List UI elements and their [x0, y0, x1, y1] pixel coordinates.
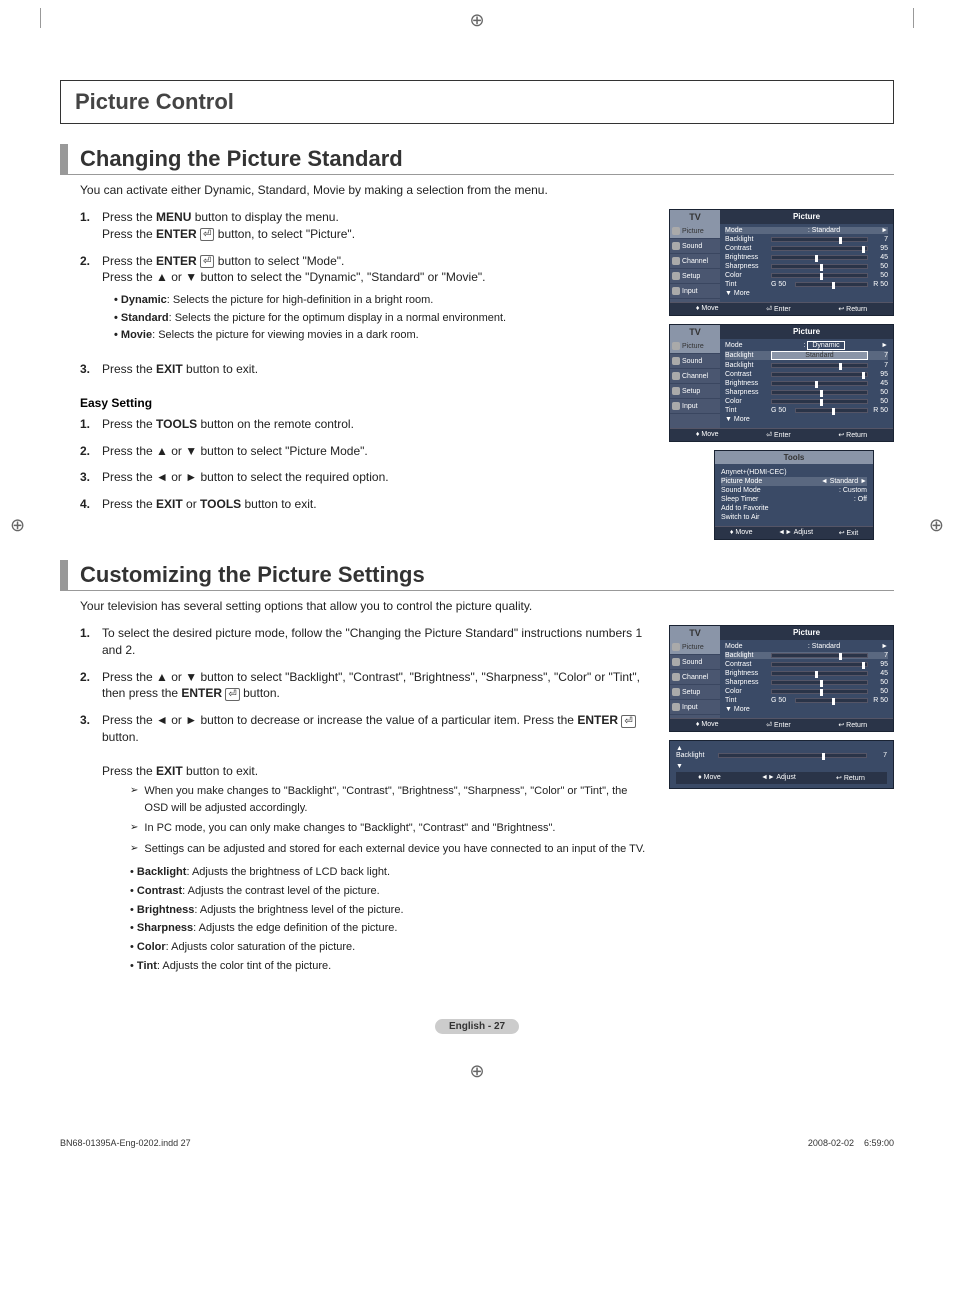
step: 2.Press the ENTER ⏎ button to select "Mo… [80, 253, 649, 351]
osd-row: TintG 50R 50 [725, 407, 888, 414]
intro-text: Your television has several setting opti… [80, 599, 894, 613]
step: 1.Press the TOOLS button on the remote c… [80, 416, 649, 433]
step-list: 1.To select the desired picture mode, fo… [80, 625, 649, 976]
reg-mark-bottom: ⊕ [469, 1061, 484, 1082]
page-footer: English - 27 [60, 1016, 894, 1034]
tools-row: Switch to Air [721, 513, 867, 522]
osd-row: Contrast95 [725, 371, 888, 378]
step: 4.Press the EXIT or TOOLS button to exit… [80, 496, 649, 513]
osd-row: Backlight7 [725, 236, 888, 243]
osd-sidebar-item: Picture [670, 640, 720, 655]
osd-sidebar-item: Input [670, 284, 720, 299]
osd-tools: Tools Anynet+(HDMI-CEC)Picture Mode◄ Sta… [714, 450, 874, 540]
step-list: 1.Press the MENU button to display the m… [80, 209, 649, 378]
reg-mark-right: ⊕ [929, 515, 944, 536]
osd-picture-backlight: TVPicture PictureSoundChannelSetupInput … [669, 625, 894, 732]
osd-sidebar-item: Input [670, 700, 720, 715]
osd-row: Brightness45 [725, 254, 888, 261]
osd-sidebar-item: Channel [670, 670, 720, 685]
tools-row: Sleep Timer: Off [721, 495, 867, 504]
osd-row: TintG 50R 50 [725, 281, 888, 288]
osd-row: Mode: Dynamic► [725, 342, 888, 349]
osd-sidebar-item: Sound [670, 354, 720, 369]
osd-row: Brightness45 [725, 670, 888, 677]
osd-row: Mode: Standard► [725, 643, 888, 650]
osd-row: Color50 [725, 398, 888, 405]
easy-setting-heading: Easy Setting [80, 396, 649, 410]
osd-picture-mode: TVPicture PictureSoundChannelSetupInput … [669, 324, 894, 442]
osd-sidebar-item: Setup [670, 384, 720, 399]
step: 3.Press the ◄ or ► button to decrease or… [80, 712, 649, 975]
tools-row: Sound Mode: Custom [721, 486, 867, 495]
osd-row: Brightness45 [725, 380, 888, 387]
osd-row: Sharpness50 [725, 679, 888, 686]
step: 2.Press the ▲ or ▼ button to select "Pic… [80, 443, 649, 460]
osd-backlight-strip: ▲ Backlight 7 ▼ ♦ Move◄► Adjust↩ Return [669, 740, 894, 789]
intro-text: You can activate either Dynamic, Standar… [80, 183, 894, 197]
subsection-title: Changing the Picture Standard [60, 144, 894, 175]
step: 1.To select the desired picture mode, fo… [80, 625, 649, 659]
reg-mark-top: ⊕ [469, 10, 484, 31]
reg-mark-left: ⊕ [10, 515, 25, 536]
tools-row: Add to Favorite [721, 504, 867, 513]
step: 3.Press the EXIT button to exit. [80, 361, 649, 378]
osd-sidebar-item: Input [670, 399, 720, 414]
osd-row: Contrast95 [725, 661, 888, 668]
osd-row: Mode: Standard► [725, 227, 888, 234]
osd-sidebar-item: Picture [670, 224, 720, 239]
step: 2.Press the ▲ or ▼ button to select "Bac… [80, 669, 649, 703]
crop-mark [40, 8, 60, 28]
osd-sidebar-item: Setup [670, 685, 720, 700]
osd-row: Backlight7 [725, 362, 888, 369]
osd-row: Sharpness50 [725, 263, 888, 270]
osd-sidebar-item: Channel [670, 369, 720, 384]
osd-row: Contrast95 [725, 245, 888, 252]
osd-sidebar-item: Setup [670, 269, 720, 284]
osd-sidebar-item: Sound [670, 239, 720, 254]
osd-sidebar-item: Channel [670, 254, 720, 269]
osd-row: Backlight7 [725, 652, 888, 659]
crop-mark [894, 8, 914, 28]
osd-row: Color50 [725, 272, 888, 279]
step: 3.Press the ◄ or ► button to select the … [80, 469, 649, 486]
osd-sidebar-item: Sound [670, 655, 720, 670]
osd-row: Color50 [725, 688, 888, 695]
subsection-title: Customizing the Picture Settings [60, 560, 894, 591]
osd-row: TintG 50R 50 [725, 697, 888, 704]
osd-picture-standard: TVPicture PictureSoundChannelSetupInput … [669, 209, 894, 316]
easy-step-list: 1.Press the TOOLS button on the remote c… [80, 416, 649, 513]
section-header: Picture Control [60, 80, 894, 124]
step: 1.Press the MENU button to display the m… [80, 209, 649, 243]
doc-footer: BN68-01395A-Eng-0202.indd 27 2008-02-02 … [0, 1134, 954, 1152]
osd-sidebar-item: Picture [670, 339, 720, 354]
tools-row: Picture Mode◄ Standard ► [721, 477, 867, 486]
osd-row: Sharpness50 [725, 389, 888, 396]
